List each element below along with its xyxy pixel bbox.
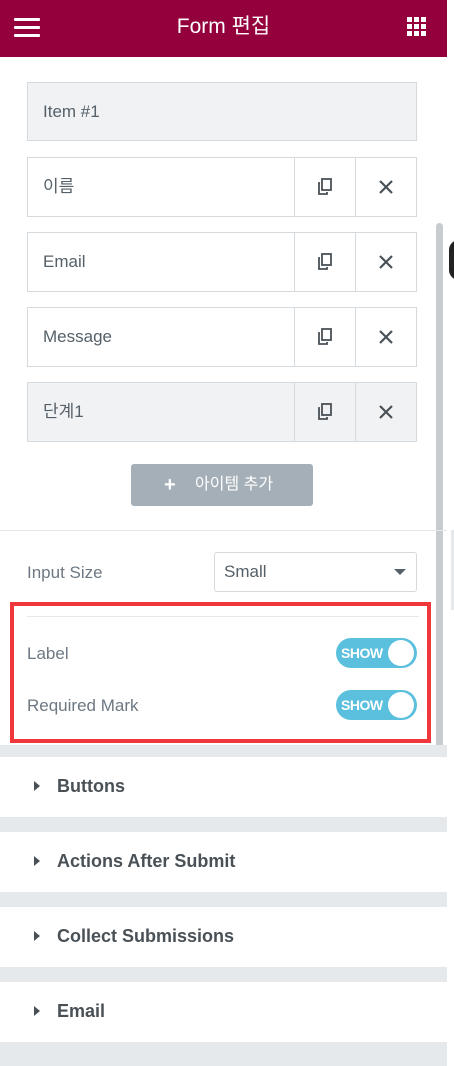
input-size-label: Input Size bbox=[27, 563, 103, 582]
panel-title: Form 편집 bbox=[176, 15, 271, 38]
caret-right-icon bbox=[34, 931, 40, 941]
remove-button[interactable] bbox=[355, 233, 416, 291]
preview-edge bbox=[449, 240, 454, 280]
caret-right-icon bbox=[34, 1006, 40, 1016]
panel-header: Form 편집 bbox=[0, 0, 447, 57]
section-gap bbox=[0, 817, 447, 832]
copy-icon bbox=[318, 328, 332, 345]
copy-icon bbox=[318, 403, 332, 420]
field-row-label: 단계1 bbox=[43, 402, 84, 421]
add-item-label: 아이템 추가 bbox=[195, 476, 274, 493]
field-row-name[interactable]: 이름 bbox=[27, 157, 417, 217]
section-divider bbox=[0, 530, 447, 531]
field-row-label: 이름 bbox=[43, 177, 75, 196]
close-icon bbox=[379, 180, 393, 194]
section-actions-after-submit[interactable]: Actions After Submit bbox=[0, 832, 447, 892]
field-row-label: Email bbox=[43, 252, 86, 271]
duplicate-button[interactable] bbox=[294, 233, 355, 291]
field-row-email[interactable]: Email bbox=[27, 232, 417, 292]
remove-button[interactable] bbox=[355, 158, 416, 216]
close-icon bbox=[379, 255, 393, 269]
remove-button[interactable] bbox=[355, 308, 416, 366]
add-item-button[interactable]: + 아이템 추가 bbox=[131, 464, 313, 506]
section-title: Actions After Submit bbox=[57, 851, 236, 871]
repeater-item-header[interactable]: Item #1 bbox=[27, 82, 417, 141]
field-row-message[interactable]: Message bbox=[27, 307, 417, 367]
caret-right-icon bbox=[34, 856, 40, 866]
section-gap bbox=[0, 1042, 447, 1066]
repeater-item-title: Item #1 bbox=[43, 102, 100, 121]
duplicate-button[interactable] bbox=[294, 158, 355, 216]
duplicate-button[interactable] bbox=[294, 383, 355, 441]
input-size-value: Small bbox=[224, 562, 267, 581]
caret-right-icon bbox=[34, 781, 40, 791]
close-icon bbox=[379, 405, 393, 419]
caret-down-icon bbox=[394, 569, 406, 575]
section-title: Email bbox=[57, 1001, 106, 1021]
highlight-box bbox=[10, 602, 431, 743]
close-icon bbox=[379, 330, 393, 344]
apps-grid-icon[interactable] bbox=[407, 17, 427, 37]
section-gap bbox=[0, 967, 447, 982]
duplicate-button[interactable] bbox=[294, 308, 355, 366]
section-title: Buttons bbox=[57, 776, 125, 796]
section-buttons[interactable]: Buttons bbox=[0, 757, 447, 817]
section-gap bbox=[0, 892, 447, 907]
section-title: Collect Submissions bbox=[57, 926, 235, 946]
copy-icon bbox=[318, 253, 332, 270]
field-row-step[interactable]: 단계1 bbox=[27, 382, 417, 442]
input-size-select[interactable]: Small bbox=[214, 552, 417, 592]
section-gap bbox=[0, 745, 447, 757]
section-email[interactable]: Email bbox=[0, 982, 447, 1042]
plus-icon: + bbox=[164, 474, 176, 496]
remove-button[interactable] bbox=[355, 383, 416, 441]
field-row-label: Message bbox=[43, 327, 112, 346]
section-collect-submissions[interactable]: Collect Submissions bbox=[0, 907, 447, 967]
copy-icon bbox=[318, 178, 332, 195]
